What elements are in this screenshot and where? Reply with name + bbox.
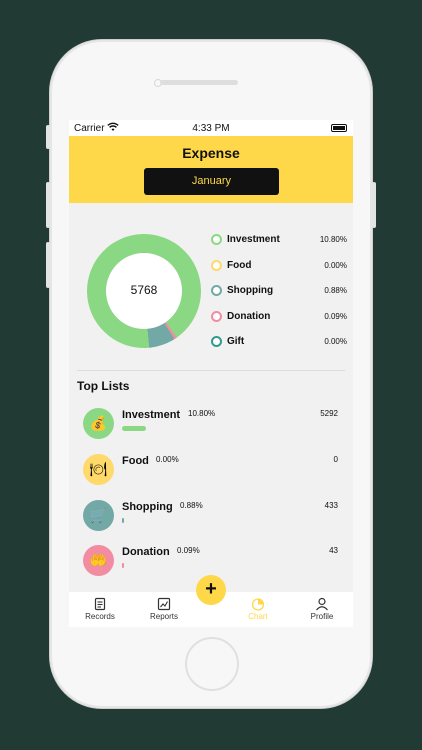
tab-reports[interactable]: Reports bbox=[139, 597, 189, 621]
legend-item-shopping: Shopping 0.88% bbox=[211, 284, 347, 298]
item-value: 43 bbox=[329, 546, 338, 555]
shopping-cart-icon: 🛒 bbox=[83, 500, 114, 531]
donation-hand-icon: 🤲 bbox=[83, 545, 114, 576]
legend-item-donation: Donation 0.09% bbox=[211, 310, 347, 324]
legend-percent: 0.88% bbox=[324, 286, 347, 295]
device-mute-switch bbox=[46, 125, 50, 149]
tab-label: Profile bbox=[310, 612, 334, 621]
tab-chart[interactable]: Chart bbox=[233, 597, 283, 621]
status-bar: Carrier 4:33 PM bbox=[69, 120, 353, 136]
item-progress-bar bbox=[122, 426, 146, 431]
legend-label: Donation bbox=[227, 311, 271, 322]
tab-profile[interactable]: Profile bbox=[297, 597, 347, 621]
legend-ring-icon bbox=[211, 336, 222, 347]
tab-label: Reports bbox=[149, 612, 178, 621]
reports-icon bbox=[157, 597, 171, 611]
item-value: 433 bbox=[324, 501, 338, 510]
legend-label: Food bbox=[227, 260, 252, 271]
legend-ring-icon bbox=[211, 234, 222, 245]
item-percent: 0.00% bbox=[156, 455, 179, 464]
item-name: Investment bbox=[122, 409, 181, 421]
add-record-button[interactable]: + bbox=[196, 575, 226, 605]
tab-records[interactable]: Records bbox=[75, 597, 125, 621]
legend-label: Gift bbox=[227, 336, 245, 347]
plate-utensils-icon: 🍽 bbox=[83, 454, 114, 485]
item-percent: 0.09% bbox=[177, 546, 200, 555]
device-volume-down bbox=[46, 242, 50, 288]
legend-item-gift: Gift 0.00% bbox=[211, 335, 347, 349]
item-progress-bar bbox=[122, 563, 124, 568]
app-screen: Carrier 4:33 PM Expense January 5768 Inv… bbox=[69, 120, 353, 627]
legend-percent: 0.00% bbox=[324, 261, 347, 270]
legend-label: Investment bbox=[227, 234, 280, 245]
donut-total-value: 5768 bbox=[130, 283, 158, 297]
section-divider bbox=[77, 370, 345, 371]
list-item[interactable]: 🍽 Food 0.00% 0 bbox=[69, 454, 353, 498]
item-value: 5292 bbox=[320, 409, 338, 418]
legend-item-investment: Investment 10.80% bbox=[211, 233, 347, 247]
item-percent: 0.88% bbox=[180, 501, 203, 510]
tab-label: Chart bbox=[248, 612, 268, 621]
legend-label: Shopping bbox=[227, 285, 274, 296]
records-icon bbox=[93, 597, 107, 611]
legend-ring-icon bbox=[211, 260, 222, 271]
app-header: Expense January bbox=[69, 136, 353, 203]
page-title: Expense bbox=[182, 145, 240, 161]
legend-ring-icon bbox=[211, 311, 222, 322]
battery-icon bbox=[331, 124, 347, 132]
tab-label: Records bbox=[85, 612, 115, 621]
legend-percent: 0.09% bbox=[324, 312, 347, 321]
profile-icon bbox=[315, 597, 329, 611]
top-lists-title: Top Lists bbox=[77, 379, 130, 393]
legend-item-food: Food 0.00% bbox=[211, 259, 347, 273]
chart-icon bbox=[251, 597, 265, 611]
list-item[interactable]: 🛒 Shopping 0.88% 433 bbox=[69, 500, 353, 544]
item-progress-bar bbox=[122, 518, 124, 523]
item-name: Donation bbox=[122, 546, 170, 558]
item-name: Food bbox=[122, 455, 149, 467]
device-power-button bbox=[372, 182, 376, 228]
item-percent: 10.80% bbox=[188, 409, 216, 418]
money-bag-icon: 💰 bbox=[83, 408, 114, 439]
month-selector-button[interactable]: January bbox=[144, 168, 279, 195]
legend-ring-icon bbox=[211, 285, 222, 296]
device-speaker bbox=[160, 80, 238, 85]
list-item[interactable]: 💰 Investment 10.80% 5292 bbox=[69, 408, 353, 452]
legend-percent: 0.00% bbox=[324, 337, 347, 346]
legend-percent: 10.80% bbox=[319, 235, 347, 244]
device-home-button[interactable] bbox=[185, 637, 239, 691]
item-value: 0 bbox=[333, 455, 338, 464]
clock: 4:33 PM bbox=[192, 123, 230, 134]
device-volume-up bbox=[46, 182, 50, 228]
item-name: Shopping bbox=[122, 501, 173, 513]
